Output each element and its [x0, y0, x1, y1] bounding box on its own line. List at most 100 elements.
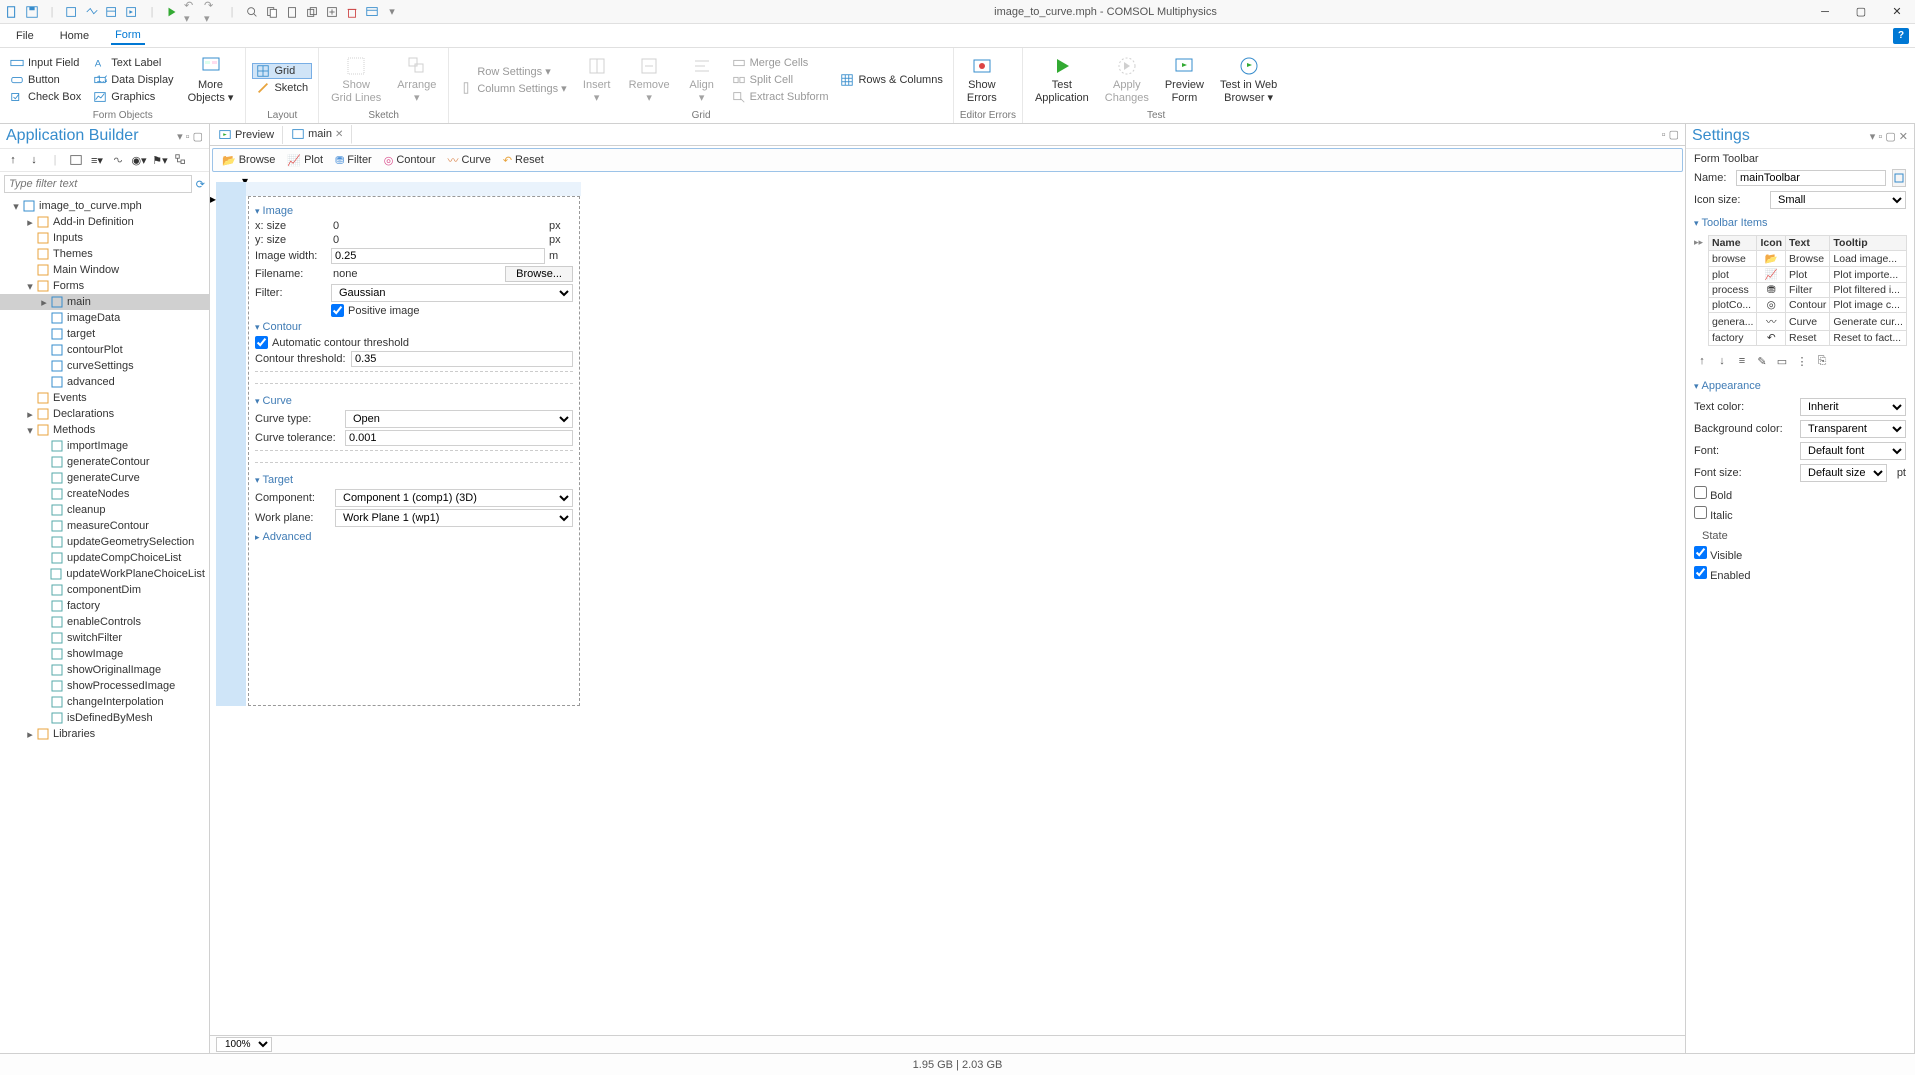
ribbon-sketch[interactable]: Sketch [252, 80, 312, 96]
toolbar-item-reset[interactable]: ↶Reset [500, 153, 547, 168]
qat-paste-icon[interactable] [284, 4, 300, 20]
form-main[interactable]: Image x: size0px y: size0px Image width:… [248, 196, 580, 706]
enabled-checkbox[interactable] [1694, 566, 1707, 579]
ribbon-test-app[interactable]: Test Application [1029, 53, 1095, 105]
table-row[interactable]: genera...〰CurveGenerate cur... [1709, 313, 1907, 331]
tree-row[interactable]: cleanup [0, 502, 209, 518]
tree-row[interactable]: updateCompChoiceList [0, 550, 209, 566]
bold-checkbox[interactable] [1694, 486, 1707, 499]
table-list-icon[interactable]: ≡ [1734, 353, 1750, 369]
workplane-select[interactable]: Work Plane 1 (wp1) [335, 509, 573, 527]
maximize-button[interactable]: ▢ [1847, 3, 1875, 21]
contour-threshold-input[interactable] [351, 351, 573, 367]
tree-row[interactable]: isDefinedByMesh [0, 710, 209, 726]
tree-row[interactable]: switchFilter [0, 630, 209, 646]
font-select[interactable]: Default font [1800, 442, 1906, 460]
tree-row[interactable]: createNodes [0, 486, 209, 502]
tree-row[interactable]: showImage [0, 646, 209, 662]
tree-row[interactable]: imageData [0, 310, 209, 326]
text-color-select[interactable]: Inherit [1800, 398, 1906, 416]
settings-panel-controls[interactable]: ▾ ▫ ▢ ✕ [1870, 130, 1908, 143]
tree-row[interactable]: ▸Declarations [0, 406, 209, 422]
form-canvas[interactable]: ▾ ▸ Image x: size0px y: size0px Image wi… [210, 174, 1685, 1053]
tree-row[interactable]: Main Window [0, 262, 209, 278]
tab-bar-controls[interactable]: ▫ ▢ [1662, 128, 1685, 141]
tb-eye-icon[interactable]: ◉▾ [130, 151, 148, 169]
auto-threshold-checkbox[interactable] [255, 336, 268, 349]
ribbon-preview-form[interactable]: Preview Form [1159, 53, 1210, 105]
tree-row[interactable]: generateCurve [0, 470, 209, 486]
minimize-button[interactable]: ─ [1811, 3, 1839, 21]
fontsize-select[interactable]: Default size [1800, 464, 1887, 482]
table-up-icon[interactable]: ↑ [1694, 353, 1710, 369]
help-icon[interactable]: ? [1893, 28, 1909, 44]
section-target[interactable]: Target [255, 474, 573, 486]
qat-redo-icon[interactable]: ↷ ▾ [204, 4, 220, 20]
refresh-icon[interactable]: ⟳ [196, 178, 205, 191]
tb-link-icon[interactable] [109, 151, 127, 169]
tree-row[interactable]: componentDim [0, 582, 209, 598]
tree-row[interactable]: Inputs [0, 230, 209, 246]
qat-save-icon[interactable] [24, 4, 40, 20]
settings-name-btn[interactable] [1892, 169, 1906, 187]
tree-row[interactable]: showOriginalImage [0, 662, 209, 678]
ribbon-grid[interactable]: Grid [252, 63, 312, 79]
ribbon-text-label[interactable]: AText Label [89, 55, 177, 71]
qat-new-icon[interactable] [4, 4, 20, 20]
qat-data-icon[interactable] [84, 4, 100, 20]
tb-list-icon[interactable]: ≡▾ [88, 151, 106, 169]
qat-test-icon[interactable] [124, 4, 140, 20]
qat-add-icon[interactable] [324, 4, 340, 20]
settings-section-items[interactable]: Toolbar Items [1694, 217, 1906, 229]
tree-filter-input[interactable] [4, 175, 192, 193]
form-toolbar[interactable]: 📂Browse📈Plot⛃Filter◎Contour〰Curve↶Reset [212, 148, 1683, 172]
qat-run-icon[interactable] [164, 4, 180, 20]
qat-more-icon[interactable]: ▾ [384, 4, 400, 20]
tree-row[interactable]: changeInterpolation [0, 694, 209, 710]
toolbar-item-plot[interactable]: 📈Plot [284, 153, 326, 168]
ribbon-split-cell[interactable]: Split Cell [728, 72, 833, 88]
tree-row[interactable]: updateGeometrySelection [0, 534, 209, 550]
toolbar-items-table[interactable]: NameIconTextTooltipbrowse📂BrowseLoad ima… [1708, 235, 1907, 346]
qat-undo-icon[interactable]: ↶ ▾ [184, 4, 200, 20]
settings-section-appearance[interactable]: Appearance [1694, 380, 1906, 392]
ribbon-button[interactable]: Button [6, 72, 85, 88]
tree-row[interactable]: ▸main [0, 294, 209, 310]
tree-row[interactable]: ▾Methods [0, 422, 209, 438]
qat-window-icon[interactable] [364, 4, 380, 20]
table-edit-icon[interactable]: ✎ [1754, 353, 1770, 369]
menu-home[interactable]: Home [56, 28, 93, 44]
table-add-icon[interactable]: ▭ [1774, 353, 1790, 369]
tree-row[interactable]: ▸Add-in Definition [0, 214, 209, 230]
tb-flag-icon[interactable]: ⚑▾ [151, 151, 169, 169]
toolbar-item-browse[interactable]: 📂Browse [219, 153, 278, 168]
ribbon-merge-cells[interactable]: Merge Cells [728, 55, 833, 71]
curve-type-select[interactable]: Open [345, 410, 573, 428]
section-contour[interactable]: Contour [255, 321, 573, 333]
filter-select[interactable]: Gaussian [331, 284, 573, 302]
ribbon-test-web[interactable]: Test in Web Browser ▾ [1214, 53, 1283, 105]
tree-row[interactable]: measureContour [0, 518, 209, 534]
ribbon-row-settings[interactable]: Row Settings ▾ [455, 63, 570, 79]
table-side-tab[interactable]: ▸▸ [1694, 235, 1706, 248]
positive-image-checkbox[interactable] [331, 304, 344, 317]
ribbon-extract-subform[interactable]: Extract Subform [728, 89, 833, 105]
tab-preview[interactable]: Preview [210, 126, 283, 144]
tree-row[interactable]: target [0, 326, 209, 342]
ribbon-input-field[interactable]: Input Field [6, 55, 85, 71]
tree-row[interactable]: factory [0, 598, 209, 614]
close-button[interactable]: ✕ [1883, 3, 1911, 21]
app-builder-tree[interactable]: ▾image_to_curve.mph▸Add-in DefinitionInp… [0, 196, 209, 1053]
ribbon-show-errors[interactable]: Show Errors [960, 53, 1004, 105]
table-row[interactable]: plot📈PlotPlot importe... [1709, 267, 1907, 283]
tb-table-icon[interactable] [67, 151, 85, 169]
settings-iconsize-select[interactable]: Small [1770, 191, 1906, 209]
bg-color-select[interactable]: Transparent [1800, 420, 1906, 438]
ribbon-rows-cols[interactable]: Rows & Columns [836, 72, 946, 88]
section-curve[interactable]: Curve [255, 395, 573, 407]
tree-row[interactable]: Themes [0, 246, 209, 262]
table-sep-icon[interactable]: ⋮ [1794, 353, 1810, 369]
tree-row[interactable]: showProcessedImage [0, 678, 209, 694]
qat-copy-icon[interactable] [264, 4, 280, 20]
tb-up-icon[interactable]: ↑ [4, 151, 22, 169]
